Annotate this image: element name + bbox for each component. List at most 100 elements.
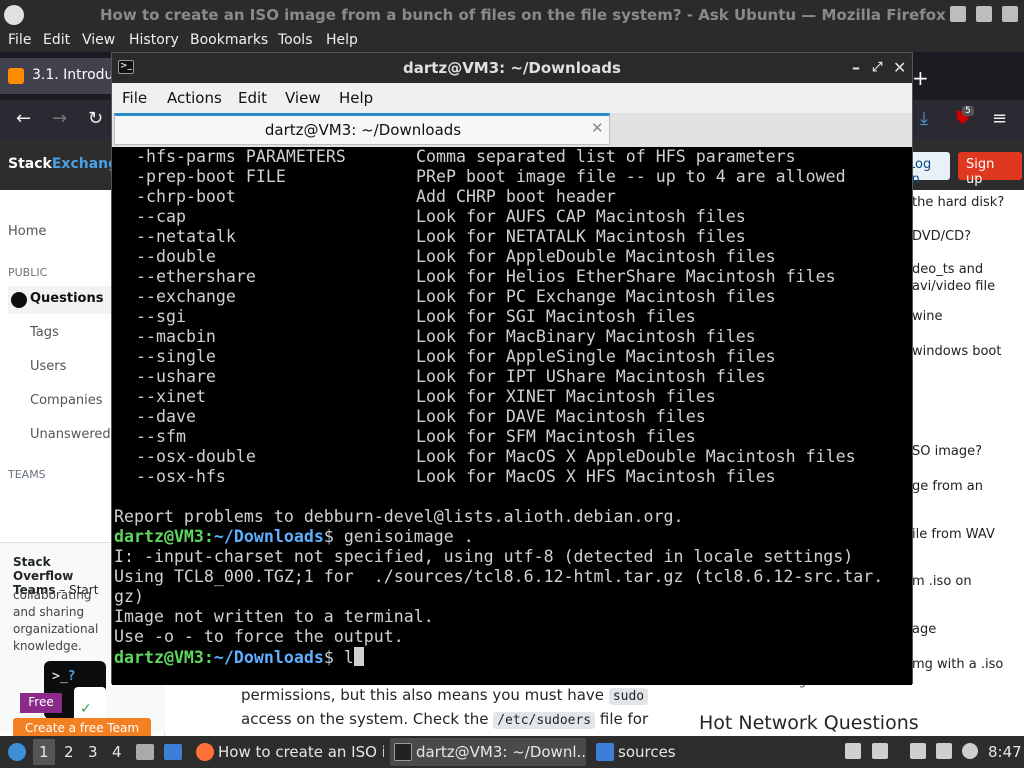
maximize-icon[interactable] <box>976 6 992 22</box>
terminal-window-title: dartz@VM3: ~/Downloads <box>403 59 621 77</box>
answer-text-2: access on the system. Check the <box>241 710 494 728</box>
menu-view[interactable]: View <box>82 32 115 48</box>
option-desc: Look for DAVE Macintosh files <box>416 407 706 426</box>
option-flag: --cap <box>136 207 186 226</box>
related-link[interactable]: wine <box>912 308 1020 325</box>
signup-button[interactable]: Sign up <box>958 152 1022 187</box>
option-flag: --dave <box>136 407 196 426</box>
firefox-window-icon[interactable] <box>4 5 24 25</box>
option-flag: --sgi <box>136 307 186 326</box>
terminal-menu-help[interactable]: Help <box>339 89 373 107</box>
terminal-tab-title: dartz@VM3: ~/Downloads <box>264 121 462 139</box>
menu-bookmarks[interactable]: Bookmarks <box>190 32 268 48</box>
nav-questions-label: Questions <box>30 291 104 306</box>
eject-icon[interactable] <box>845 743 861 759</box>
option-desc: Look for XINET Macintosh files <box>416 387 716 406</box>
clipboard-icon[interactable] <box>910 743 926 759</box>
option-desc: Look for Helios EtherShare Macintosh fil… <box>416 267 836 286</box>
terminal-menubar: File Actions Edit View Help <box>112 83 912 113</box>
related-link[interactable]: deo_ts and avi/video file <box>912 261 1020 295</box>
option-flag: --netatalk <box>136 227 236 246</box>
option-desc: Look for MacBinary Macintosh files <box>416 327 756 346</box>
workspace-1[interactable]: 1 <box>33 739 55 765</box>
file-manager-icon[interactable] <box>136 744 154 760</box>
terminal-close-icon[interactable]: ✕ <box>893 58 906 77</box>
firefox-menubar: File Edit View History Bookmarks Tools H… <box>0 30 1024 52</box>
option-desc: Add CHRP boot header <box>416 187 616 206</box>
terminal-titlebar[interactable]: >_ dartz@VM3: ~/Downloads – ⤢ ✕ <box>112 53 912 83</box>
task-terminal-label: dartz@VM3: ~/Downl... <box>416 743 586 761</box>
command-input[interactable]: l <box>344 648 354 667</box>
output-line: Image not written to a terminal. <box>114 607 434 626</box>
option-desc: Comma separated list of HFS parameters <box>416 147 796 166</box>
firefox-icon <box>196 743 214 761</box>
network-icon[interactable] <box>936 743 952 759</box>
nav-tags[interactable]: Tags <box>30 325 59 340</box>
browser-tab[interactable]: 3.1. Introdu <box>0 58 120 94</box>
workspace-4[interactable]: 4 <box>112 743 122 761</box>
nav-home[interactable]: Home <box>8 224 46 239</box>
related-link[interactable]: DVD/CD? <box>912 228 1020 245</box>
terminal-menu-view[interactable]: View <box>285 89 321 107</box>
workspace-2[interactable]: 2 <box>64 743 74 761</box>
terminal-menu-actions[interactable]: Actions <box>167 89 222 107</box>
prompt-line-current[interactable]: dartz@VM3:~/Downloads$ l <box>114 647 364 667</box>
related-link[interactable]: ile from WAV <box>912 526 1020 543</box>
menu-history[interactable]: History <box>129 32 179 48</box>
tab-favicon-icon <box>8 68 24 84</box>
option-desc: Look for SFM Macintosh files <box>416 427 696 446</box>
nav-section-public: PUBLIC <box>8 266 48 279</box>
terminal-window[interactable]: >_ dartz@VM3: ~/Downloads – ⤢ ✕ File Act… <box>111 52 913 685</box>
nav-companies[interactable]: Companies <box>30 393 103 408</box>
close-icon[interactable] <box>1002 6 1018 22</box>
related-link[interactable]: the hard disk? <box>912 194 1020 211</box>
option-desc: Look for MacOS X HFS Macintosh files <box>416 467 776 486</box>
related-link[interactable]: mg with a .iso <box>912 656 1020 673</box>
terminal-menu-edit[interactable]: Edit <box>238 89 267 107</box>
menu-file[interactable]: File <box>8 32 31 48</box>
download-icon[interactable]: ⤓ <box>920 108 928 129</box>
option-flag: --macbin <box>136 327 216 346</box>
terminal-output[interactable]: -hfs-parms PARAMETERS Comma separated lis… <box>112 147 912 685</box>
nav-users[interactable]: Users <box>30 359 66 374</box>
notifications-icon[interactable] <box>962 743 978 759</box>
volume-icon[interactable] <box>872 743 888 759</box>
terminal-tab-close-icon[interactable]: ✕ <box>591 119 604 137</box>
option-desc: Look for AppleDouble Macintosh files <box>416 247 776 266</box>
task-sources[interactable]: sources <box>592 738 692 766</box>
terminal-menu-file[interactable]: File <box>122 89 147 107</box>
nav-unanswered[interactable]: Unanswered <box>30 427 111 442</box>
task-firefox[interactable]: How to create an ISO i... <box>192 738 384 766</box>
related-link[interactable]: age <box>912 621 1020 638</box>
terminal-maximize-icon[interactable]: ⤢ <box>872 60 882 75</box>
stackexchange-logo[interactable]: StackExchange <box>8 156 128 172</box>
command-text: genisoimage . <box>343 527 474 546</box>
related-link[interactable]: windows boot <box>912 343 1020 360</box>
menu-tools[interactable]: Tools <box>278 32 313 48</box>
menu-edit[interactable]: Edit <box>43 32 70 48</box>
terminal-tab[interactable]: dartz@VM3: ~/Downloads ✕ <box>114 113 610 145</box>
start-menu-icon[interactable] <box>8 743 26 761</box>
related-link[interactable]: m .iso on <box>912 573 1020 590</box>
task-terminal[interactable]: dartz@VM3: ~/Downl... <box>390 738 586 766</box>
reload-icon[interactable]: ↻ <box>88 108 103 129</box>
show-desktop-icon[interactable] <box>164 744 182 760</box>
clock[interactable]: 8:47 <box>988 743 1022 761</box>
firefox-window-title: How to create an ISO image from a bunch … <box>100 6 946 24</box>
terminal-tabbar: dartz@VM3: ~/Downloads ✕ <box>112 113 912 147</box>
option-flag: -chrp-boot <box>136 187 236 206</box>
new-tab-button[interactable]: + <box>912 66 929 90</box>
prompt-path: ~/Downloads <box>213 527 324 546</box>
related-link[interactable]: SO image? <box>912 443 1020 460</box>
hamburger-menu-icon[interactable]: ≡ <box>992 108 1007 129</box>
back-arrow-icon[interactable]: ← <box>16 108 31 129</box>
workspace-3[interactable]: 3 <box>88 743 98 761</box>
forward-arrow-icon[interactable]: → <box>52 108 67 129</box>
prompt-dollar: $ <box>323 648 344 667</box>
terminal-minimize-icon[interactable]: – <box>852 58 860 77</box>
create-team-button[interactable]: Create a free Team <box>13 718 151 738</box>
menu-help[interactable]: Help <box>326 32 358 48</box>
extension-badge: 5 <box>962 106 974 116</box>
related-link[interactable]: ge from an <box>912 478 1020 495</box>
minimize-icon[interactable] <box>950 6 966 22</box>
